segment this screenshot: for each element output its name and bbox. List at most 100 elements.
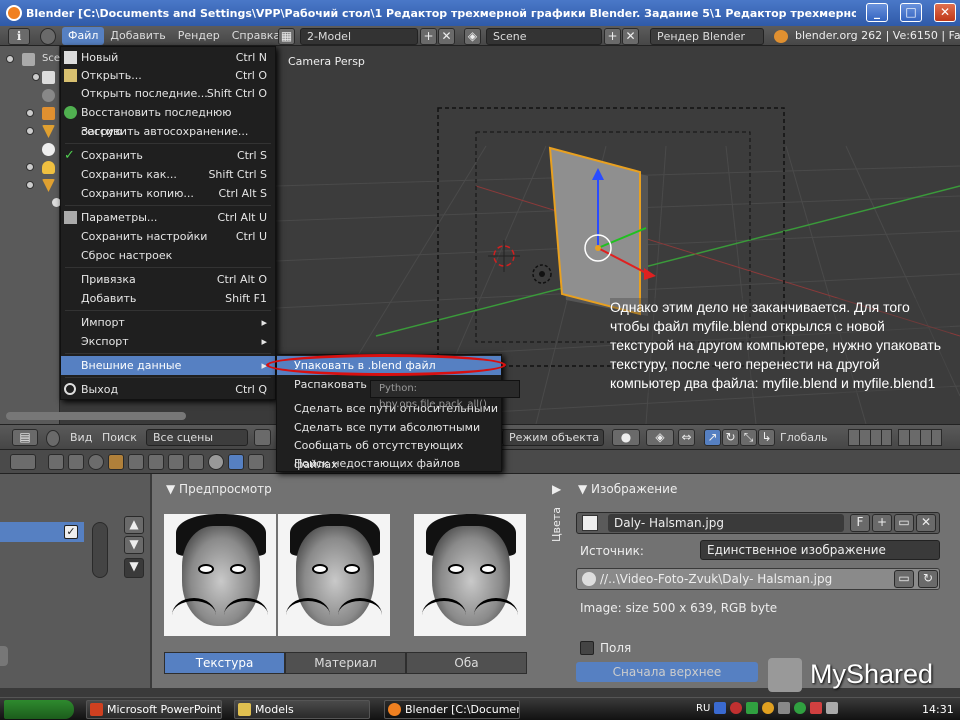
editor-type-icon[interactable]: ▤ bbox=[12, 429, 38, 446]
menu-view[interactable]: Вид bbox=[70, 431, 92, 444]
menu-item-factory-settings[interactable]: Сброс настроек bbox=[61, 246, 275, 265]
slot-specials-button[interactable]: ▼ bbox=[124, 558, 144, 578]
outliner-row[interactable] bbox=[4, 124, 60, 140]
source-select[interactable]: Единственное изображение bbox=[700, 540, 940, 560]
menu-item-quit[interactable]: Выход Ctrl Q bbox=[61, 380, 275, 399]
panel-collapse-icon[interactable]: ▼ bbox=[166, 482, 179, 496]
data-tab-icon[interactable] bbox=[188, 454, 204, 470]
menu-item-find-missing[interactable]: Поиск недостающих файлов bbox=[277, 454, 501, 473]
outliner-scrollbar[interactable] bbox=[6, 412, 186, 420]
x-gizmo-head-icon[interactable] bbox=[644, 268, 656, 280]
tab-texture[interactable]: Текстура bbox=[164, 652, 285, 674]
tray-icon[interactable] bbox=[762, 702, 774, 714]
task-blender[interactable]: Blender [C:\Document... bbox=[384, 700, 520, 719]
outliner-scene-row[interactable]: Sce bbox=[4, 52, 60, 68]
expand-icon[interactable] bbox=[6, 55, 14, 63]
maximize-button[interactable]: □ bbox=[900, 3, 922, 22]
start-button[interactable] bbox=[4, 700, 74, 719]
outliner-row[interactable] bbox=[4, 142, 60, 158]
menu-item-preferences[interactable]: Параметры... Ctrl Alt U bbox=[61, 208, 275, 227]
panel-collapse-icon[interactable]: ▼ bbox=[578, 482, 591, 496]
menu-item-save-copy[interactable]: Сохранить копию... Ctrl Alt S bbox=[61, 184, 275, 203]
remove-scene-button[interactable]: ✕ bbox=[622, 28, 639, 45]
outliner-row[interactable] bbox=[4, 70, 60, 86]
image-browse-icon[interactable] bbox=[582, 515, 598, 531]
expand-icon[interactable] bbox=[26, 127, 34, 135]
orientation-select[interactable]: Глобаль bbox=[780, 431, 828, 444]
orientation-icon[interactable]: ↳ bbox=[758, 429, 775, 446]
scene-icon[interactable]: ◈ bbox=[464, 28, 481, 45]
mode-select[interactable]: Режим объекта bbox=[502, 429, 604, 446]
properties-editor-icon[interactable] bbox=[10, 454, 36, 470]
tray-icon[interactable] bbox=[810, 702, 822, 714]
rotate-manipulator-icon[interactable]: ↻ bbox=[722, 429, 739, 446]
fake-user-button[interactable]: F bbox=[850, 514, 870, 532]
particles-tab-icon[interactable] bbox=[248, 454, 264, 470]
menu-item-report-missing[interactable]: Сообщать об отсутствующих файлах bbox=[277, 436, 501, 471]
tray-icon[interactable] bbox=[730, 702, 742, 714]
outliner-row[interactable] bbox=[4, 196, 61, 212]
viewport-shading-icon[interactable]: ● bbox=[612, 429, 640, 446]
unlink-image-button[interactable]: ✕ bbox=[916, 514, 936, 532]
move-slot-up-button[interactable]: ▲ bbox=[124, 516, 144, 534]
tray-icon[interactable] bbox=[778, 702, 790, 714]
tab-material[interactable]: Материал bbox=[285, 652, 406, 674]
menu-item-open[interactable]: Открыть... Ctrl O bbox=[61, 66, 275, 85]
menu-add[interactable]: Добавить bbox=[104, 27, 171, 45]
menu-item-open-recent[interactable]: Открыть последние... Shift Ctrl O bbox=[61, 84, 275, 103]
object-tab-icon[interactable] bbox=[128, 454, 144, 470]
menu-item-recover-last[interactable]: Восстановить последнюю сессию bbox=[61, 103, 275, 138]
task-models[interactable]: Models bbox=[234, 700, 370, 719]
outliner-row[interactable] bbox=[4, 178, 60, 194]
slot-enabled-checkbox[interactable]: ✓ bbox=[64, 525, 78, 539]
add-layout-button[interactable]: + bbox=[420, 28, 437, 45]
editor-type-icon[interactable]: ℹ bbox=[8, 28, 30, 45]
render-engine-select[interactable]: Рендер Blender bbox=[650, 28, 764, 45]
tray-icon[interactable] bbox=[746, 702, 758, 714]
field-order-button[interactable]: Сначала верхнее bbox=[576, 662, 758, 682]
menu-item-external-data[interactable]: Внешние данные ▸ bbox=[61, 356, 275, 375]
menu-item-append[interactable]: Добавить Shift F1 bbox=[61, 289, 275, 308]
manipulator-toggle-icon[interactable]: ⇔ bbox=[678, 429, 695, 446]
menu-item-import[interactable]: Импорт ▸ bbox=[61, 313, 275, 332]
render-tab-icon[interactable] bbox=[48, 454, 64, 470]
scenes-filter-select[interactable]: Все сцены bbox=[146, 429, 248, 446]
expand-icon[interactable] bbox=[26, 163, 34, 171]
layers-grid-1[interactable] bbox=[848, 429, 892, 446]
translate-manipulator-icon[interactable]: ↗ bbox=[704, 429, 721, 446]
menu-item-save[interactable]: ✓ Сохранить Ctrl S bbox=[61, 146, 275, 165]
expand-icon[interactable] bbox=[32, 73, 40, 81]
texture-tab-icon[interactable] bbox=[228, 454, 244, 470]
textured-plane[interactable] bbox=[548, 146, 641, 316]
panel-expand-icon[interactable]: ▶ bbox=[552, 482, 561, 496]
volume-icon[interactable] bbox=[826, 702, 838, 714]
menu-item-save-settings[interactable]: Сохранить настройки Ctrl U bbox=[61, 227, 275, 246]
reload-image-icon[interactable]: ↻ bbox=[918, 570, 938, 588]
tray-icon[interactable] bbox=[714, 702, 726, 714]
fields-checkbox[interactable] bbox=[580, 641, 594, 655]
language-indicator[interactable]: RU bbox=[696, 703, 710, 714]
add-scene-button[interactable]: + bbox=[604, 28, 621, 45]
menu-item-export[interactable]: Экспорт ▸ bbox=[61, 332, 275, 351]
image-header[interactable]: ▼ Изображение bbox=[578, 482, 677, 496]
scene-field[interactable]: Scene bbox=[486, 28, 602, 45]
outliner-row[interactable] bbox=[4, 160, 60, 176]
expand-icon[interactable] bbox=[26, 181, 34, 189]
scale-manipulator-icon[interactable]: ⤡ bbox=[740, 429, 757, 446]
pivot-point-icon[interactable]: ◈ bbox=[646, 429, 674, 446]
browse-file-icon[interactable]: ▭ bbox=[894, 570, 914, 588]
menu-item-save-as[interactable]: Сохранить как... Shift Ctrl S bbox=[61, 165, 275, 184]
menu-item-make-paths-absolute[interactable]: Сделать все пути абсолютными bbox=[277, 418, 501, 437]
layers-tab-icon[interactable] bbox=[68, 454, 84, 470]
move-slot-down-button[interactable]: ▼ bbox=[124, 536, 144, 554]
screen-layout-icon[interactable]: ▦ bbox=[278, 28, 295, 45]
minimize-button[interactable]: _ bbox=[866, 3, 888, 22]
outliner-row[interactable] bbox=[4, 88, 60, 104]
filepath-field[interactable]: //..\Video-Foto-Zvuk\Daly- Halsman.jpg bbox=[600, 572, 832, 586]
side-tab-colors[interactable]: Цвета bbox=[550, 507, 563, 542]
tab-both[interactable]: Оба bbox=[406, 652, 527, 674]
menu-render[interactable]: Рендер bbox=[172, 27, 226, 45]
constraints-tab-icon[interactable] bbox=[148, 454, 164, 470]
collapse-menu-icon[interactable] bbox=[46, 430, 60, 447]
preview-header[interactable]: ▼ Предпросмотр bbox=[166, 482, 272, 496]
